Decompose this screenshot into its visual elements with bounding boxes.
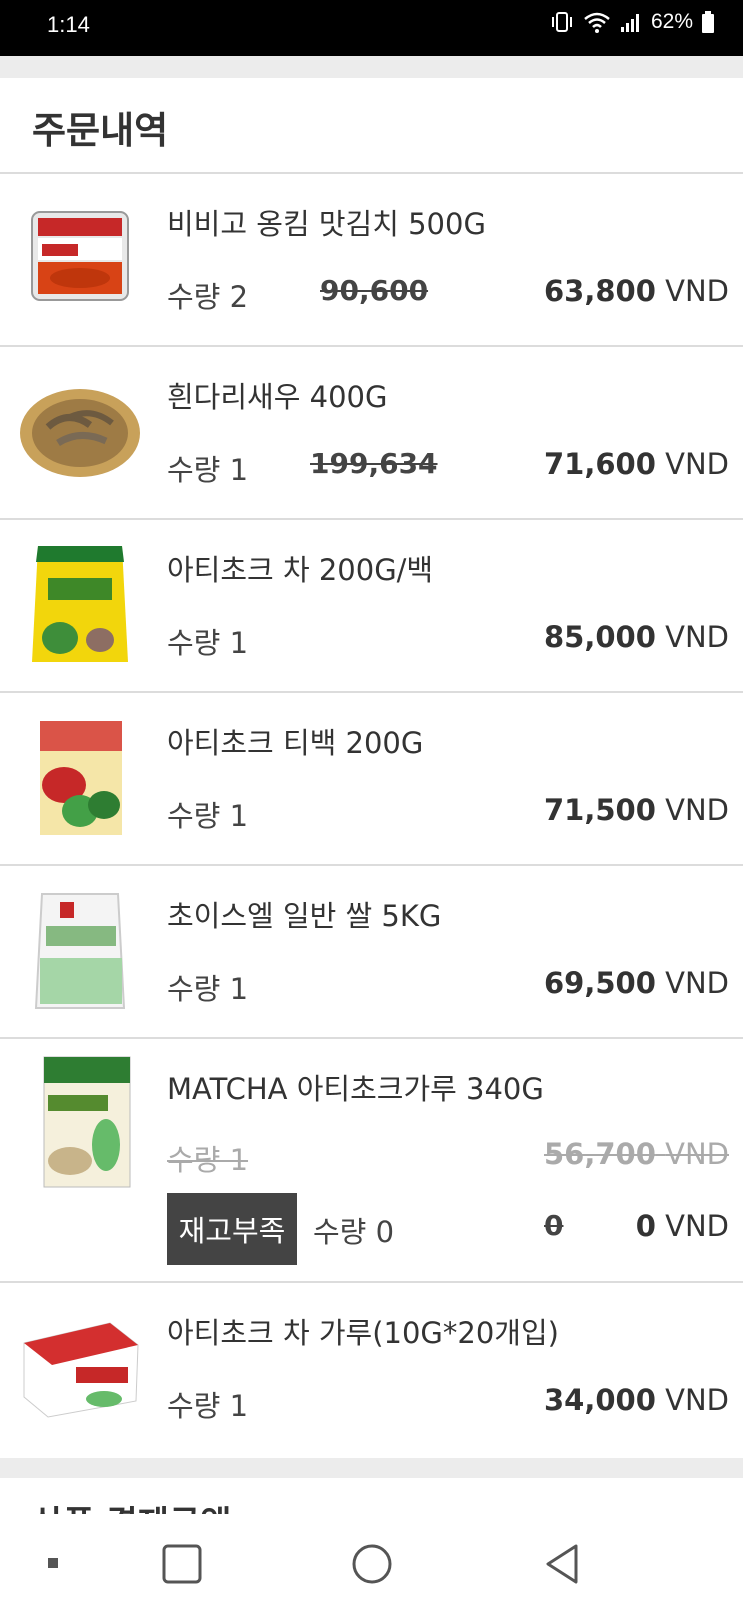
- artichoke-tea-powder-product-image: [23, 1322, 139, 1418]
- item-quantity-previous: 수량 1: [167, 1143, 249, 1177]
- order-item[interactable]: 아티초크 차 200G/백 수량 1 85,000 VND: [0, 520, 743, 693]
- home-icon[interactable]: [350, 1542, 394, 1586]
- order-item-list: 비비고 옹킴 맛김치 500G 수량 2 90,600 63,800 VND 흰…: [0, 174, 743, 1453]
- vibrate-icon: [551, 12, 572, 32]
- rice-bag-product-image: [34, 893, 126, 1009]
- item-quantity: 수량 1: [167, 626, 249, 660]
- item-name: 아티초크 차 200G/백: [167, 553, 434, 587]
- artichoke-tea-product-image: [32, 546, 128, 662]
- item-quantity: 수량 2: [167, 280, 249, 314]
- item-price: 63,800 VND: [543, 274, 729, 308]
- kimchi-product-image: [31, 211, 129, 301]
- wifi-icon: [584, 12, 610, 33]
- item-price: 71,500 VND: [543, 793, 729, 827]
- item-quantity: 수량 1: [167, 1389, 249, 1423]
- item-name: MATCHA 아티초크가루 340G: [167, 1072, 544, 1106]
- matcha-artichoke-product-image: [43, 1056, 131, 1188]
- order-item[interactable]: 흰다리새우 400G 수량 1 199,634 71,600 VND: [0, 347, 743, 520]
- order-item-out-of-stock[interactable]: MATCHA 아티초크가루 340G 수량 1 56,700 VND 재고부족 …: [0, 1039, 743, 1283]
- menu-dot-icon[interactable]: [40, 1542, 84, 1586]
- order-item[interactable]: 아티초크 차 가루(10G*20개입) 수량 1 34,000 VND: [0, 1283, 743, 1453]
- item-price: 34,000 VND: [543, 1383, 729, 1417]
- item-name: 아티초크 티백 200G: [167, 726, 424, 760]
- system-navigation-bar: [0, 1514, 743, 1610]
- item-quantity: 수량 1: [167, 972, 249, 1006]
- section-title: 상품 결제금액: [32, 1496, 232, 1514]
- battery-icon: [702, 11, 714, 33]
- item-original-price: 0: [544, 1209, 564, 1242]
- item-original-price: 199,634: [310, 447, 438, 480]
- item-price: 71,600 VND: [543, 447, 729, 481]
- signal-icon: [620, 14, 639, 32]
- item-price-previous: 56,700 VND: [543, 1137, 729, 1171]
- item-price: 85,000 VND: [543, 620, 729, 654]
- item-name: 흰다리새우 400G: [167, 380, 388, 414]
- item-name: 초이스엘 일반 쌀 5KG: [167, 899, 442, 933]
- top-divider-band: [0, 56, 743, 78]
- page-title: 주문내역: [32, 109, 169, 152]
- order-item[interactable]: 초이스엘 일반 쌀 5KG 수량 1 69,500 VND: [0, 866, 743, 1039]
- battery-percent: 62%: [650, 10, 693, 33]
- recent-apps-icon[interactable]: [160, 1542, 204, 1586]
- item-price: 69,500 VND: [543, 966, 729, 1000]
- item-name: 아티초크 차 가루(10G*20개입): [167, 1316, 559, 1350]
- status-bar: 1:14 62%: [0, 0, 743, 56]
- item-quantity: 수량 1: [167, 453, 249, 487]
- order-history-header: 주문내역: [0, 78, 743, 174]
- back-icon[interactable]: [540, 1542, 584, 1586]
- item-original-price: 90,600: [320, 274, 429, 307]
- item-name: 비비고 옹킴 맛김치 500G: [167, 207, 486, 241]
- shrimp-product-image: [20, 389, 140, 477]
- order-item[interactable]: 비비고 옹킴 맛김치 500G 수량 2 90,600 63,800 VND: [0, 174, 743, 347]
- artichoke-teabag-product-image: [40, 721, 122, 835]
- item-quantity: 수량 0: [313, 1215, 395, 1249]
- item-quantity: 수량 1: [167, 799, 249, 833]
- section-divider-band: [0, 1458, 743, 1478]
- status-icons: 62%: [549, 10, 715, 34]
- status-time: 1:14: [47, 12, 90, 37]
- payment-amount-section: 상품 결제금액: [0, 1478, 743, 1514]
- out-of-stock-badge: 재고부족: [167, 1193, 297, 1265]
- item-price: 0 VND: [635, 1209, 729, 1243]
- order-item[interactable]: 아티초크 티백 200G 수량 1 71,500 VND: [0, 693, 743, 866]
